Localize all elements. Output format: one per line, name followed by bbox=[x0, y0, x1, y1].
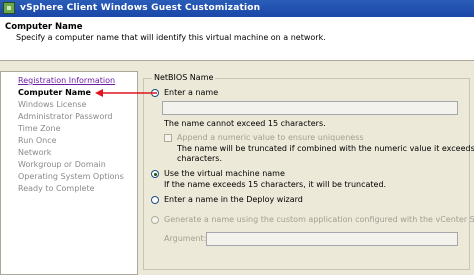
nav-item-windows-license: Windows License bbox=[18, 100, 87, 109]
generate-name-radio[interactable] bbox=[151, 216, 159, 224]
title-bar: vSphere Client Windows Guest Customizati… bbox=[0, 0, 474, 17]
page-title: Computer Name bbox=[5, 22, 83, 32]
deploy-wizard-radio[interactable] bbox=[151, 196, 159, 204]
deploy-wizard-label: Enter a name in the Deploy wizard bbox=[164, 195, 303, 204]
use-vm-name-radio[interactable] bbox=[151, 170, 159, 178]
use-vm-name-note: If the name exceeds 15 characters, it wi… bbox=[164, 180, 387, 189]
use-vm-name-label: Use the virtual machine name bbox=[164, 169, 285, 178]
truncate-note-line1: The name will be truncated if combined w… bbox=[177, 144, 474, 153]
netbios-name-group: NetBIOS Name Enter a name The name canno… bbox=[143, 73, 474, 270]
nav-item-ready-to-complete: Ready to Complete bbox=[18, 184, 95, 193]
nav-item-administrator-password: Administrator Password bbox=[18, 112, 113, 121]
nav-item-run-once: Run Once bbox=[18, 136, 57, 145]
truncate-note-line2: characters. bbox=[177, 154, 223, 163]
nav-item-computer-name: Computer Name bbox=[18, 88, 91, 97]
append-numeric-checkbox[interactable] bbox=[164, 134, 172, 142]
netbios-name-legend: NetBIOS Name bbox=[152, 73, 216, 82]
computer-name-input[interactable] bbox=[162, 101, 458, 115]
annotation-arrow bbox=[95, 89, 157, 97]
nav-item-operating-system-options: Operating System Options bbox=[18, 172, 124, 181]
argument-label: Argument: bbox=[164, 234, 207, 243]
wizard-header: Computer Name Specify a computer name th… bbox=[0, 17, 474, 61]
page-description: Specify a computer name that will identi… bbox=[16, 33, 326, 42]
nav-item-time-zone: Time Zone bbox=[18, 124, 61, 133]
vsphere-app-icon bbox=[3, 2, 15, 14]
wizard-steps-panel: Registration Information Computer Name W… bbox=[0, 71, 138, 275]
nav-item-workgroup-or-domain: Workgroup or Domain bbox=[18, 160, 106, 169]
enter-name-label: Enter a name bbox=[164, 88, 219, 97]
nav-item-network: Network bbox=[18, 148, 52, 157]
append-numeric-label: Append a numeric value to ensure uniquen… bbox=[177, 133, 364, 142]
nav-item-registration-information[interactable]: Registration Information bbox=[18, 76, 115, 85]
argument-input[interactable] bbox=[206, 232, 458, 246]
computer-name-content: NetBIOS Name Enter a name The name canno… bbox=[140, 71, 474, 275]
generate-name-label: Generate a name using the custom applica… bbox=[164, 215, 474, 224]
window-title: vSphere Client Windows Guest Customizati… bbox=[20, 3, 261, 13]
name-limit-note: The name cannot exceed 15 characters. bbox=[164, 119, 326, 128]
